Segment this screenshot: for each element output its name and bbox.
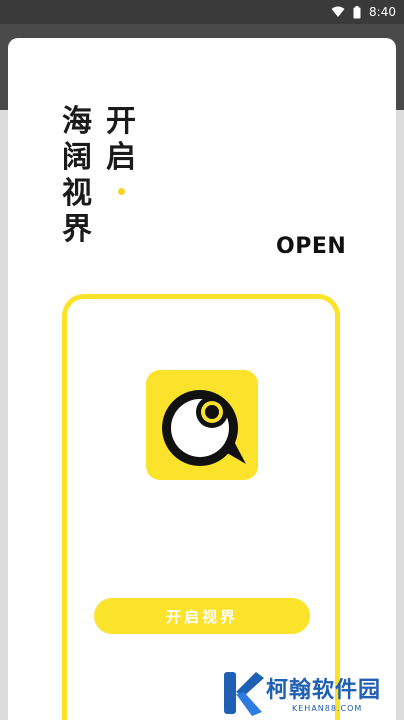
title-char: 阔 xyxy=(62,140,92,175)
battery-icon xyxy=(353,5,361,19)
title-char: 视 xyxy=(62,176,92,211)
kehan-logo-icon xyxy=(224,672,264,716)
title-char: 海 xyxy=(62,104,92,139)
wifi-icon xyxy=(331,6,345,18)
splash-dialog: 海 阔 视 界 开 启 OPEN 开启视界 xyxy=(8,38,396,720)
title-column-left: 海 阔 视 界 xyxy=(62,104,92,248)
watermark-url: KEHAN88.COM xyxy=(292,704,363,713)
watermark-name: 柯翰软件园 xyxy=(266,678,382,703)
status-bar: 8:40 xyxy=(0,0,404,24)
yellow-dot xyxy=(118,188,125,195)
title-column-right: 开 启 xyxy=(106,104,136,176)
status-time: 8:40 xyxy=(369,5,396,19)
title-char: 界 xyxy=(62,212,92,247)
start-button[interactable]: 开启视界 xyxy=(94,598,310,634)
chat-bubble-eye-icon xyxy=(162,390,246,466)
yellow-frame xyxy=(62,294,340,720)
app-logo xyxy=(146,370,258,480)
title-char: 启 xyxy=(106,140,136,175)
open-label: OPEN xyxy=(276,234,347,259)
site-watermark: 柯翰软件园 KEHAN88.COM xyxy=(220,668,400,718)
title-char: 开 xyxy=(106,104,136,139)
